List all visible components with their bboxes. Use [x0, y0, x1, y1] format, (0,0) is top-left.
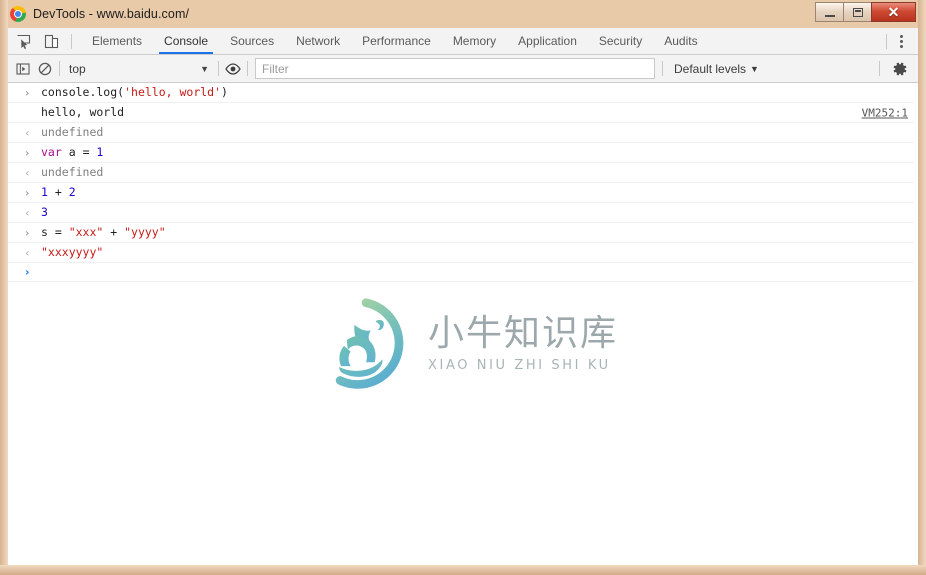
toolbar-divider-2 — [218, 61, 219, 76]
tab-application[interactable]: Application — [507, 28, 588, 54]
tabstrip-right-group — [883, 28, 918, 54]
tab-audits[interactable]: Audits — [653, 28, 708, 54]
tab-console[interactable]: Console — [153, 28, 219, 54]
device-toolbar-icon[interactable] — [40, 30, 62, 52]
window-frame-left — [0, 0, 8, 575]
toolbar-divider-3 — [247, 61, 248, 76]
watermark: 小牛知识库 XIAO NIU ZHI SHI KU — [318, 291, 618, 396]
console-row-output[interactable]: ‹ undefined — [8, 123, 918, 143]
watermark-cn: 小牛知识库 — [428, 313, 619, 355]
console-row-content: "xxxyyyy" — [41, 245, 104, 259]
toolbar-divider-5 — [879, 61, 880, 76]
toolbar-divider-1 — [59, 61, 60, 76]
output-arrow-icon: ‹ — [25, 206, 30, 219]
devtools-panel: Elements Console Sources Network Perform… — [8, 28, 918, 565]
tab-label: Elements — [92, 34, 143, 48]
devtools-tabs: Elements Console Sources Network Perform… — [81, 28, 709, 54]
prompt-arrow-icon: › — [25, 265, 30, 279]
console-row-content: hello, world — [41, 105, 125, 119]
minimize-icon — [824, 12, 835, 17]
console-row-content: 1 + 2 — [41, 185, 76, 199]
console-row-output[interactable]: ‹ 3 — [8, 203, 918, 223]
toolbar-right-group — [876, 58, 918, 80]
minimize-button[interactable] — [815, 2, 844, 22]
input-arrow-icon: › — [25, 146, 30, 159]
tab-security[interactable]: Security — [588, 28, 653, 54]
console-row-input[interactable]: › 1 + 2 — [8, 183, 918, 203]
execution-context-dropdown[interactable]: top ▼ — [63, 58, 215, 79]
watermark-text: 小牛知识库 XIAO NIU ZHI SHI KU — [428, 314, 618, 373]
inspect-element-icon[interactable] — [12, 30, 34, 52]
tab-label: Audits — [664, 34, 698, 48]
tab-label: Network — [296, 34, 341, 48]
window-controls: ✕ — [815, 2, 916, 22]
gear-icon[interactable] — [889, 58, 911, 80]
log-levels-label: Default levels — [674, 61, 747, 76]
chrome-logo-icon — [10, 6, 26, 22]
console-row-input[interactable]: › var a = 1 — [8, 143, 918, 163]
console-row-content: undefined — [41, 125, 104, 139]
ox-circle-logo-icon — [335, 297, 404, 389]
tab-memory[interactable]: Memory — [442, 28, 507, 54]
vertical-dots-icon[interactable] — [890, 30, 912, 52]
devtools-window: DevTools - www.baidu.com/ ✕ Elements Con… — [0, 0, 926, 575]
live-expression-eye-icon[interactable] — [222, 58, 244, 80]
console-row-log[interactable]: hello, world VM252:1 — [8, 103, 918, 123]
title-bar: DevTools - www.baidu.com/ ✕ — [0, 0, 926, 28]
filter-input[interactable] — [255, 58, 655, 79]
maximize-restore-button[interactable] — [843, 2, 872, 22]
tab-network[interactable]: Network — [285, 28, 351, 54]
window-frame-bottom — [0, 565, 926, 575]
tab-sources[interactable]: Sources — [219, 28, 285, 54]
clear-console-icon[interactable] — [34, 58, 56, 80]
console-sidebar-icon[interactable] — [12, 58, 34, 80]
console-scrollbar[interactable] — [914, 83, 918, 565]
tab-label: Performance — [362, 34, 431, 48]
console-row-output[interactable]: ‹ undefined — [8, 163, 918, 183]
tabstrip-right-divider — [886, 33, 887, 49]
tab-label: Console — [164, 34, 209, 48]
console-prompt-row[interactable]: › — [8, 263, 918, 282]
execution-context-value: top — [69, 61, 86, 76]
input-arrow-icon: › — [25, 86, 30, 99]
console-message-list[interactable]: 小牛知识库 XIAO NIU ZHI SHI KU › console.log(… — [8, 83, 918, 565]
watermark-en: XIAO NIU ZHI SHI KU — [428, 357, 611, 373]
tab-label: Security — [598, 34, 643, 48]
close-button[interactable]: ✕ — [871, 2, 916, 22]
output-arrow-icon: ‹ — [25, 246, 30, 259]
tab-label: Memory — [452, 34, 497, 48]
input-arrow-icon: › — [25, 226, 30, 239]
source-link[interactable]: VM252:1 — [862, 104, 908, 121]
chevron-down-icon: ▼ — [750, 63, 759, 74]
console-toolbar: top ▼ Default levels ▼ — [8, 55, 918, 83]
console-row-content: s = "xxx" + "yyyy" — [41, 225, 166, 239]
console-row-output[interactable]: ‹ "xxxyyyy" — [8, 243, 918, 263]
window-title: DevTools - www.baidu.com/ — [33, 7, 190, 21]
devtools-tabstrip: Elements Console Sources Network Perform… — [8, 28, 918, 55]
window-frame-right — [918, 0, 926, 575]
restore-icon — [852, 7, 863, 17]
chevron-down-icon: ▼ — [200, 63, 209, 74]
console-row-input[interactable]: › console.log('hello, world') — [8, 83, 918, 103]
console-row-input[interactable]: › s = "xxx" + "yyyy" — [8, 223, 918, 243]
close-icon: ✕ — [887, 4, 900, 20]
console-row-content: undefined — [41, 165, 104, 179]
tab-label: Sources — [230, 34, 275, 48]
console-row-content: console.log('hello, world') — [41, 85, 228, 99]
output-arrow-icon: ‹ — [25, 126, 30, 139]
log-levels-dropdown[interactable]: Default levels ▼ — [666, 62, 767, 76]
console-row-content: var a = 1 — [41, 145, 104, 159]
tab-label: Application — [518, 34, 577, 48]
output-arrow-icon: ‹ — [25, 166, 30, 179]
input-arrow-icon: › — [25, 186, 30, 199]
toolbar-divider-4 — [662, 61, 663, 76]
tab-elements[interactable]: Elements — [81, 28, 153, 54]
tabstrip-tool-icons — [8, 28, 81, 54]
tab-performance[interactable]: Performance — [351, 28, 442, 54]
tabstrip-divider — [71, 33, 72, 49]
